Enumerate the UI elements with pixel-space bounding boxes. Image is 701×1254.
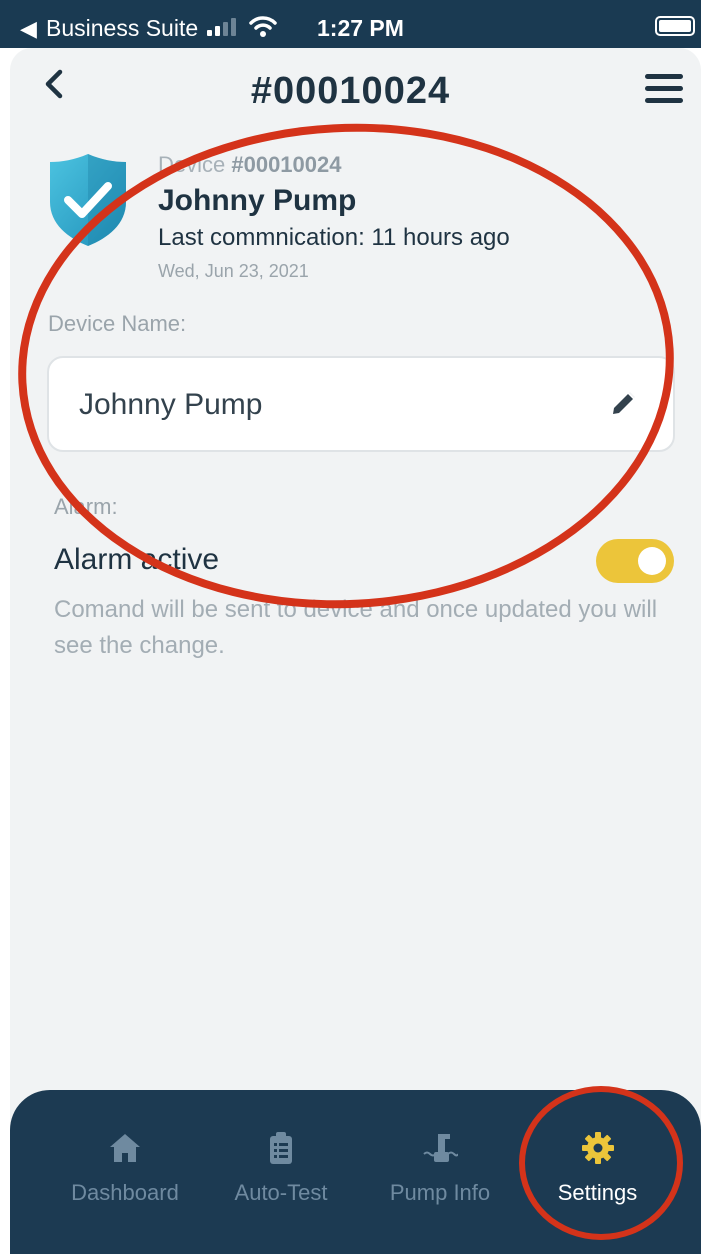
hamburger-menu-icon[interactable] xyxy=(645,74,683,104)
status-bar: ◀ Business Suite 1:27 PM xyxy=(0,0,701,48)
wifi-icon xyxy=(249,16,277,37)
back-to-app-icon[interactable]: ◀ xyxy=(20,16,37,42)
alarm-active-label: Alarm active xyxy=(54,543,220,576)
clipboard-icon xyxy=(270,1132,292,1164)
page-title: #00010024 xyxy=(250,70,451,112)
nav-item-dashboard[interactable]: Dashboard xyxy=(55,1090,195,1254)
clock: 1:27 PM xyxy=(317,15,404,41)
nav-label-auto-test: Auto-Test xyxy=(234,1180,328,1205)
home-icon xyxy=(110,1134,140,1162)
device-id: Device #00010024 xyxy=(158,152,342,177)
pencil-edit-icon[interactable] xyxy=(609,390,637,418)
last-communication-date: Wed, Jun 23, 2021 xyxy=(158,261,309,281)
toggle-knob xyxy=(638,547,666,575)
nav-label-pump-info: Pump Info xyxy=(389,1180,491,1205)
alarm-toggle[interactable] xyxy=(596,539,674,583)
back-to-app-label[interactable]: Business Suite xyxy=(46,15,198,42)
device-name-label: Device Name: xyxy=(48,311,187,336)
nav-label-dashboard: Dashboard xyxy=(71,1180,179,1205)
device-name-field[interactable]: Johnny Pump xyxy=(47,356,675,452)
pump-icon xyxy=(423,1134,458,1162)
gear-icon xyxy=(581,1132,614,1164)
last-communication: Last commnication: 11 hours ago xyxy=(158,224,510,251)
battery-icon xyxy=(655,16,695,36)
nav-label-settings: Settings xyxy=(557,1180,638,1205)
cellular-signal-icon xyxy=(207,18,241,36)
nav-item-pump-info[interactable]: Pump Info xyxy=(370,1090,510,1254)
device-name-heading: Johnny Pump xyxy=(158,184,357,217)
nav-item-auto-test[interactable]: Auto-Test xyxy=(216,1090,346,1254)
shield-check-icon xyxy=(50,154,126,246)
bottom-navigation: Dashboard Auto-Test Pump Info Settings xyxy=(10,1090,701,1254)
alarm-label: Alarm: xyxy=(54,494,118,519)
alarm-help-text: Comand will be sent to device and once u… xyxy=(54,596,658,659)
phone-screen: ◀ Business Suite 1:27 PM #00010024 Devic… xyxy=(0,0,701,1254)
nav-item-settings[interactable]: Settings xyxy=(535,1090,660,1254)
device-name-value[interactable]: Johnny Pump xyxy=(79,388,262,422)
